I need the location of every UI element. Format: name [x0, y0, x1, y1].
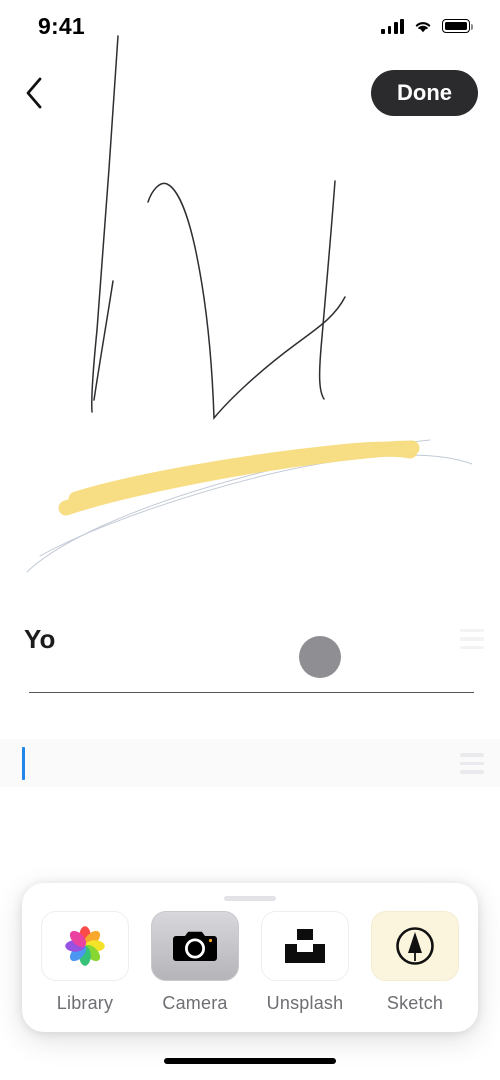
photos-library-icon — [41, 911, 129, 981]
status-bar: 9:41 — [0, 0, 500, 52]
wifi-icon — [415, 21, 431, 32]
media-option-label: Unsplash — [266, 993, 344, 1013]
media-option-camera[interactable]: Camera — [151, 911, 239, 1014]
reorder-handle-edit[interactable] — [460, 753, 484, 774]
media-option-label: Camera — [162, 993, 228, 1013]
note-editor-screen: 9:41 Done Yo Library Camera Unsplash Ske… — [0, 0, 500, 1080]
media-option-label: Library — [56, 993, 114, 1013]
media-picker-sheet: Library Camera Unsplash Sketch — [22, 883, 478, 1032]
status-bar-indicators — [381, 18, 474, 34]
media-options-list: Library Camera Unsplash Sketch — [22, 911, 478, 1014]
avatar[interactable] — [299, 636, 341, 678]
reorder-handle-title[interactable] — [460, 628, 484, 650]
text-caret — [22, 747, 26, 781]
note-title-row[interactable]: Yo — [0, 600, 500, 678]
chevron-left-icon — [26, 77, 42, 109]
note-content: Yo — [0, 600, 500, 788]
media-option-label: Sketch — [386, 993, 444, 1013]
cellular-bars-icon — [381, 18, 404, 34]
back-button[interactable] — [24, 71, 64, 115]
status-bar-time: 9:41 — [38, 12, 85, 39]
unsplash-logo-icon — [261, 911, 349, 981]
home-indicator — [164, 1058, 336, 1064]
page-title: Yo — [24, 623, 56, 654]
navigation-bar: Done — [0, 58, 500, 128]
text-edit-row[interactable] — [0, 739, 500, 788]
media-option-library[interactable]: Library — [41, 911, 129, 1014]
sketch-pen-icon — [371, 911, 459, 981]
title-divider — [29, 692, 474, 694]
sheet-grab-handle[interactable] — [224, 896, 276, 901]
battery-full-icon — [442, 19, 474, 33]
done-button[interactable]: Done — [371, 70, 478, 116]
media-option-sketch[interactable]: Sketch — [371, 911, 459, 1014]
media-option-unsplash[interactable]: Unsplash — [261, 911, 349, 1014]
camera-icon — [151, 911, 239, 981]
